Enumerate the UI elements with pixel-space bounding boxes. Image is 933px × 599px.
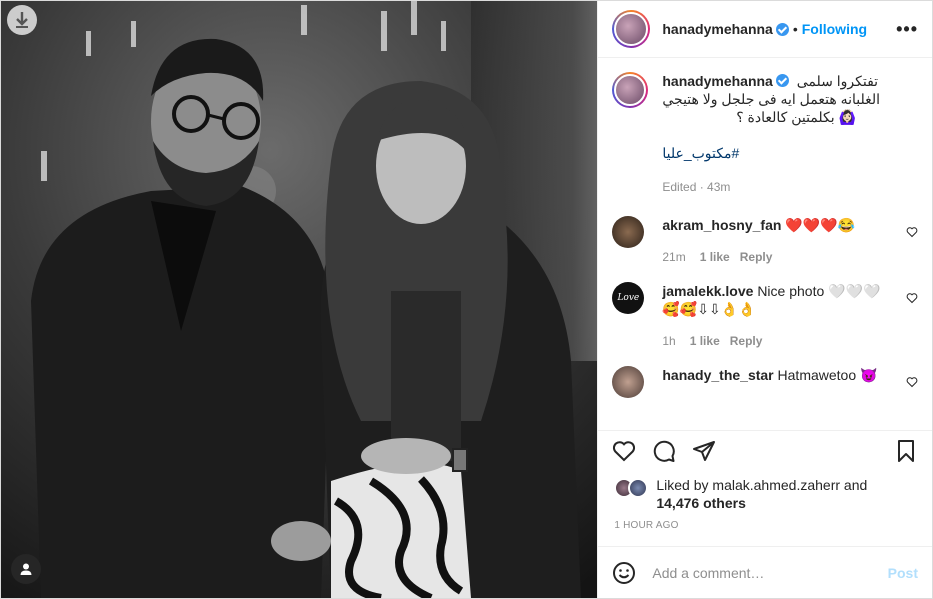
comment-username[interactable]: jamalekk.love	[662, 283, 753, 299]
comment-time: 1h	[662, 334, 676, 348]
comment-time: 21m	[662, 250, 686, 264]
liked-by-user[interactable]: malak.ahmed.zaherr	[712, 477, 840, 493]
action-bar	[598, 430, 932, 470]
caption-edited: Edited · 43m	[662, 180, 731, 194]
commenter-avatar[interactable]	[612, 216, 645, 248]
comment-text: Hatmawetoo 😈	[777, 367, 878, 383]
caption-avatar[interactable]	[612, 72, 649, 108]
comment-heart-icon[interactable]	[906, 226, 918, 238]
liker-avatars	[614, 476, 652, 498]
bookmark-icon[interactable]	[894, 439, 918, 463]
comment-heart-icon[interactable]	[906, 376, 918, 388]
reply-button[interactable]: Reply	[730, 334, 763, 348]
caption-line2: الغلبانه هتعمل ايه فى جلجل ولا هتيجي	[662, 91, 881, 107]
comment-input[interactable]	[652, 564, 888, 581]
comment-text-2: 🥰🥰⇩⇩👌👌	[662, 301, 756, 317]
post-photo[interactable]	[1, 1, 598, 598]
likes-summary: Liked by malak.ahmed.zaherr and 14,476 o…	[598, 476, 932, 512]
comment-icon[interactable]	[652, 439, 676, 463]
comment-likes[interactable]: 1 like	[690, 334, 720, 348]
post-modal: hanadymehanna • Following ••• hanadymeha…	[0, 0, 933, 599]
download-arrow-icon[interactable]	[7, 5, 37, 35]
likes-and: and	[843, 477, 868, 493]
comment-username[interactable]: hanady_the_star	[662, 367, 773, 383]
user-tag-icon[interactable]	[11, 554, 41, 584]
following-button[interactable]: Following	[802, 21, 867, 37]
author-username[interactable]: hanadymehanna	[662, 21, 772, 37]
likes-others[interactable]: 14,476 others	[656, 495, 746, 511]
heart-icon[interactable]	[612, 439, 636, 463]
post-header: hanadymehanna • Following •••	[598, 1, 932, 58]
verified-badge-icon	[775, 22, 789, 36]
caption-hashtag[interactable]: #مكتوب_عليا	[662, 145, 739, 161]
caption: hanadymehanna تفتكروا سلمى الغلبانه هتعم…	[612, 72, 918, 196]
separator-dot: •	[792, 21, 798, 37]
author-avatar[interactable]	[612, 10, 651, 48]
post-side-panel: hanadymehanna • Following ••• hanadymeha…	[597, 1, 932, 598]
add-comment-bar: Post	[598, 546, 932, 598]
post-timestamp[interactable]: 1 HOUR AGO	[598, 520, 932, 536]
commenter-avatar[interactable]: Love	[612, 282, 645, 314]
post-button[interactable]: Post	[888, 565, 918, 581]
comment-heart-icon[interactable]	[906, 292, 918, 304]
comment-text: Nice photo 🤍🤍🤍	[757, 283, 881, 299]
reply-button[interactable]: Reply	[740, 250, 773, 264]
caption-line3: بكلمتين كالعادة ؟	[736, 109, 835, 125]
smiley-icon[interactable]	[612, 561, 636, 585]
verified-badge-icon	[775, 74, 789, 87]
comment-item: hanady_the_star Hatmawetoo 😈	[612, 366, 918, 398]
comment-username[interactable]: akram_hosny_fan	[662, 217, 781, 233]
photo-image	[1, 1, 598, 598]
more-options-icon[interactable]: •••	[896, 19, 918, 40]
comments-list[interactable]: hanadymehanna تفتكروا سلمى الغلبانه هتعم…	[598, 58, 932, 430]
commenter-avatar[interactable]	[612, 366, 645, 398]
caption-username[interactable]: hanadymehanna	[662, 73, 772, 89]
caption-emoji: 🙆🏻‍♀️	[838, 109, 856, 125]
comment-item: Love jamalekk.love Nice photo 🤍🤍🤍 🥰🥰⇩⇩👌👌…	[612, 282, 918, 350]
comment-likes[interactable]: 1 like	[700, 250, 730, 264]
caption-line1: تفتكروا سلمى	[796, 73, 879, 89]
paper-plane-icon[interactable]	[692, 439, 716, 463]
likes-prefix: Liked by	[656, 477, 709, 493]
comment-item: akram_hosny_fan ❤️❤️❤️😂 21m 1 like Reply	[612, 216, 918, 266]
comment-text: ❤️❤️❤️😂	[785, 217, 856, 233]
